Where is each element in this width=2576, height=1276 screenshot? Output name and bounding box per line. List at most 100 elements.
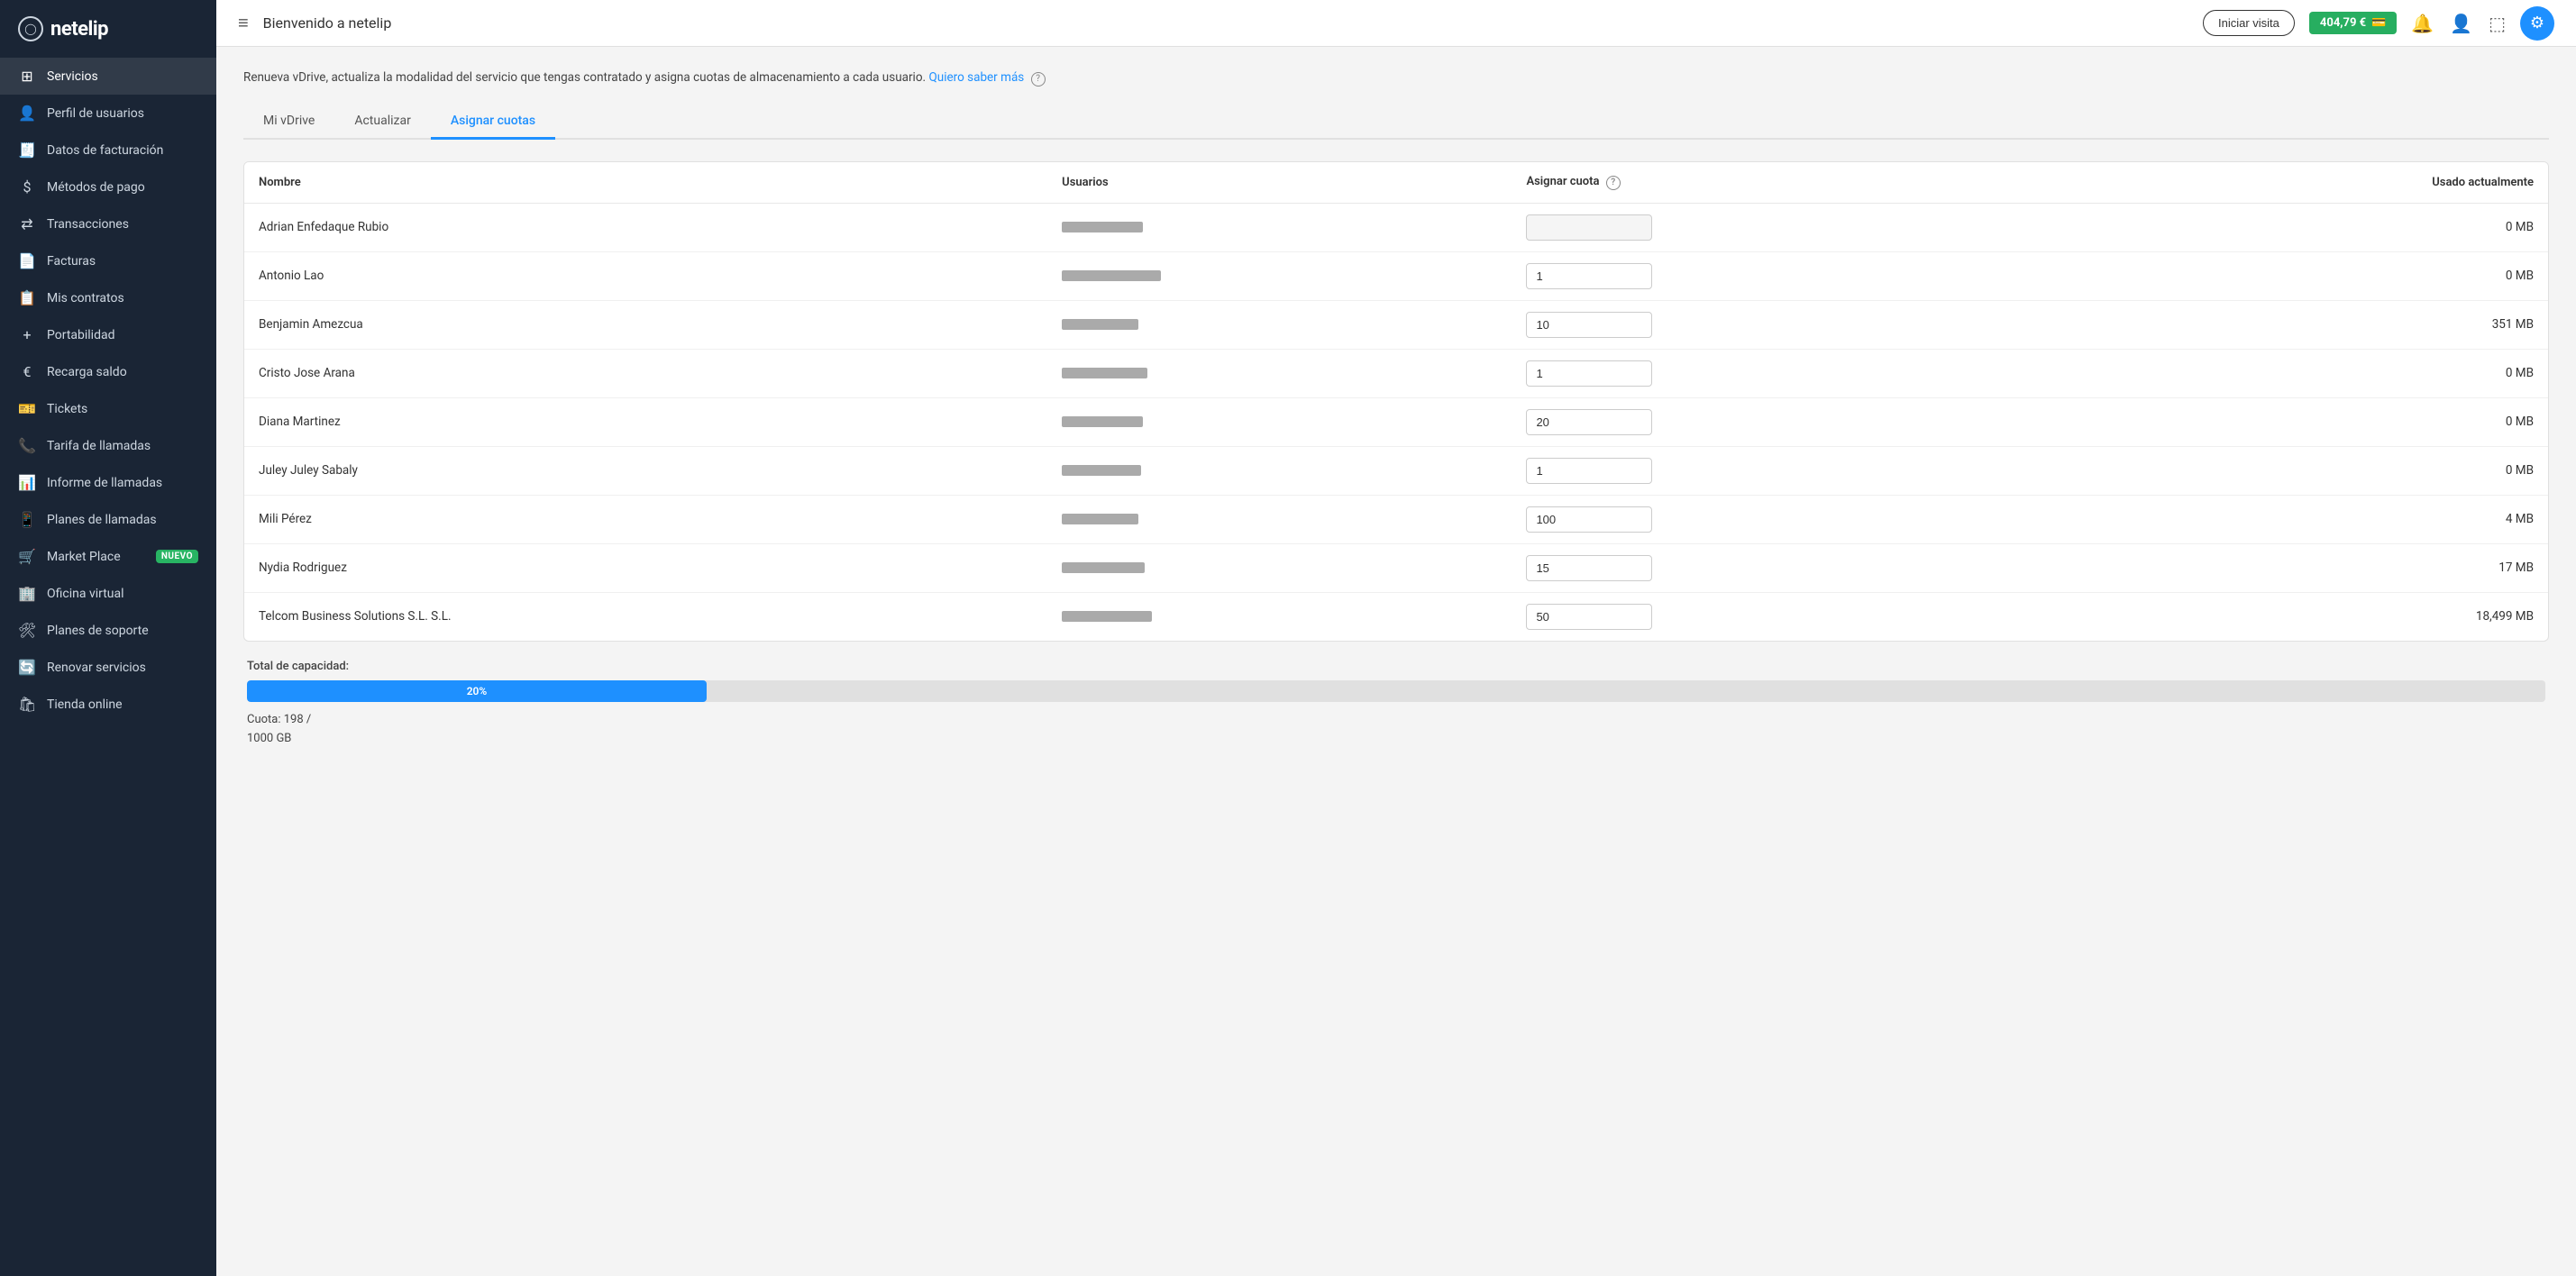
sidebar-icon-tickets: 🎫: [18, 400, 36, 417]
sidebar-item-servicios[interactable]: ⊞ Servicios: [0, 58, 216, 95]
sidebar-item-tickets[interactable]: 🎫 Tickets: [0, 390, 216, 427]
table-row: Benjamin Amezcua351 MB: [244, 300, 2548, 349]
sidebar-item-recarga[interactable]: € Recarga saldo: [0, 353, 216, 390]
capacity-detail: Cuota: 198 / 1000 GB: [247, 711, 2545, 749]
quota-table: Nombre Usuarios Asignar cuota ? Usado ac…: [244, 162, 2548, 641]
bell-icon[interactable]: 🔔: [2411, 13, 2434, 34]
sidebar-label-informe: Informe de llamadas: [47, 476, 198, 490]
tabs: Mi vDriveActualizarAsignar cuotas: [243, 105, 2549, 140]
cell-quota-7[interactable]: [1512, 543, 2074, 592]
sidebar-item-contratos[interactable]: 📋 Mis contratos: [0, 279, 216, 316]
cell-quota-8[interactable]: [1512, 592, 2074, 641]
quota-input-4[interactable]: [1526, 409, 1652, 435]
sidebar-icon-marketplace: 🛒: [18, 548, 36, 565]
sidebar-item-perfil[interactable]: 👤 Perfil de usuarios: [0, 95, 216, 132]
cell-used-1: 0 MB: [2075, 251, 2548, 300]
table-body: Adrian Enfedaque Rubio0 MBAntonio Lao0 M…: [244, 203, 2548, 641]
quota-input-5[interactable]: [1526, 458, 1652, 484]
quota-input-2[interactable]: [1526, 312, 1652, 338]
cell-quota-3[interactable]: [1512, 349, 2074, 397]
cell-quota-5[interactable]: [1512, 446, 2074, 495]
cell-users-7: [1047, 543, 1512, 592]
cell-quota-1[interactable]: [1512, 251, 2074, 300]
cell-used-7: 17 MB: [2075, 543, 2548, 592]
cell-users-3: [1047, 349, 1512, 397]
sidebar-icon-pago: $: [18, 178, 36, 196]
table-header: Nombre Usuarios Asignar cuota ? Usado ac…: [244, 162, 2548, 203]
main-content: ≡ Bienvenido a netelip Iniciar visita 40…: [216, 0, 2576, 1276]
sidebar-item-facturacion[interactable]: 🧾 Datos de facturación: [0, 132, 216, 169]
sidebar-item-tarifa[interactable]: 📞 Tarifa de llamadas: [0, 427, 216, 464]
cell-name-4: Diana Martinez: [244, 397, 1047, 446]
user-icon[interactable]: 👤: [2450, 13, 2472, 34]
sidebar-item-informe[interactable]: 📊 Informe de llamadas: [0, 464, 216, 501]
quota-input-7[interactable]: [1526, 555, 1652, 581]
sidebar-icon-soporte: 🛠: [18, 622, 36, 639]
cell-name-5: Juley Juley Sabaly: [244, 446, 1047, 495]
quota-input-1[interactable]: [1526, 263, 1652, 289]
sidebar-icon-servicios: ⊞: [18, 68, 36, 85]
help-button[interactable]: ⚙: [2520, 6, 2554, 41]
tab-actualizar[interactable]: Actualizar: [334, 105, 431, 140]
sidebar-icon-portabilidad: +: [18, 326, 36, 343]
table-row: Cristo Jose Arana0 MB: [244, 349, 2548, 397]
sidebar-icon-renovar: 🔄: [18, 659, 36, 676]
sidebar-item-soporte[interactable]: 🛠 Planes de soporte: [0, 612, 216, 649]
col-usuarios: Usuarios: [1047, 162, 1512, 203]
sidebar-item-marketplace[interactable]: 🛒 Market Place NUEVO: [0, 538, 216, 575]
sidebar-label-planes: Planes de llamadas: [47, 513, 198, 527]
table-row: Telcom Business Solutions S.L. S.L.18,49…: [244, 592, 2548, 641]
sidebar-label-pago: Métodos de pago: [47, 180, 198, 195]
sidebar-item-renovar[interactable]: 🔄 Renovar servicios: [0, 649, 216, 686]
sidebar-icon-tienda: 🛍: [18, 696, 36, 713]
info-help-icon[interactable]: ?: [1031, 72, 1046, 87]
col-cuota: Asignar cuota ?: [1512, 162, 2074, 203]
tab-mi-vdrive[interactable]: Mi vDrive: [243, 105, 334, 140]
sidebar-icon-informe: 📊: [18, 474, 36, 491]
sidebar-icon-tarifa: 📞: [18, 437, 36, 454]
cell-name-1: Antonio Lao: [244, 251, 1047, 300]
cell-name-0: Adrian Enfedaque Rubio: [244, 203, 1047, 251]
cell-name-7: Nydia Rodriguez: [244, 543, 1047, 592]
sidebar-item-pago[interactable]: $ Métodos de pago: [0, 169, 216, 205]
sidebar-icon-transacciones: ⇄: [18, 215, 36, 232]
quota-input-6[interactable]: [1526, 506, 1652, 533]
sidebar-item-planes[interactable]: 📱 Planes de llamadas: [0, 501, 216, 538]
sidebar-item-transacciones[interactable]: ⇄ Transacciones: [0, 205, 216, 242]
cell-quota-4[interactable]: [1512, 397, 2074, 446]
table-card: Nombre Usuarios Asignar cuota ? Usado ac…: [243, 161, 2549, 642]
quota-help-icon[interactable]: ?: [1606, 176, 1621, 190]
sidebar-label-soporte: Planes de soporte: [47, 624, 198, 638]
capacity-section: Total de capacidad: 20% Cuota: 198 / 100…: [243, 660, 2549, 749]
cell-users-4: [1047, 397, 1512, 446]
info-link[interactable]: Quiero saber más: [928, 70, 1024, 85]
quota-input-8[interactable]: [1526, 604, 1652, 630]
sidebar-label-portabilidad: Portabilidad: [47, 328, 198, 342]
cell-name-6: Mili Pérez: [244, 495, 1047, 543]
sidebar-item-portabilidad[interactable]: + Portabilidad: [0, 316, 216, 353]
cell-users-0: [1047, 203, 1512, 251]
cell-quota-2[interactable]: [1512, 300, 2074, 349]
quota-line2: 1000 GB: [247, 732, 291, 745]
sidebar-label-renovar: Renovar servicios: [47, 661, 198, 675]
hamburger-icon[interactable]: ≡: [238, 12, 249, 34]
quota-input-3[interactable]: [1526, 360, 1652, 387]
sidebar-item-facturas[interactable]: 📄 Facturas: [0, 242, 216, 279]
logout-icon[interactable]: ⬚: [2489, 13, 2506, 34]
tab-asignar-cuotas[interactable]: Asignar cuotas: [431, 105, 555, 140]
visit-button[interactable]: Iniciar visita: [2203, 10, 2295, 36]
topbar-icons: 🔔 👤 ⬚: [2411, 13, 2506, 34]
sidebar-item-tienda[interactable]: 🛍 Tienda online: [0, 686, 216, 723]
cell-quota-6[interactable]: [1512, 495, 2074, 543]
sidebar-item-oficina[interactable]: 🏢 Oficina virtual: [0, 575, 216, 612]
cell-used-5: 0 MB: [2075, 446, 2548, 495]
sidebar-label-recarga: Recarga saldo: [47, 365, 198, 379]
cell-users-5: [1047, 446, 1512, 495]
sidebar-icon-planes: 📱: [18, 511, 36, 528]
table-row: Adrian Enfedaque Rubio0 MB: [244, 203, 2548, 251]
sidebar-label-tarifa: Tarifa de llamadas: [47, 439, 198, 453]
cell-quota-0[interactable]: [1512, 203, 2074, 251]
cell-name-3: Cristo Jose Arana: [244, 349, 1047, 397]
sidebar-label-tickets: Tickets: [47, 402, 198, 416]
col-usado: Usado actualmente: [2075, 162, 2548, 203]
